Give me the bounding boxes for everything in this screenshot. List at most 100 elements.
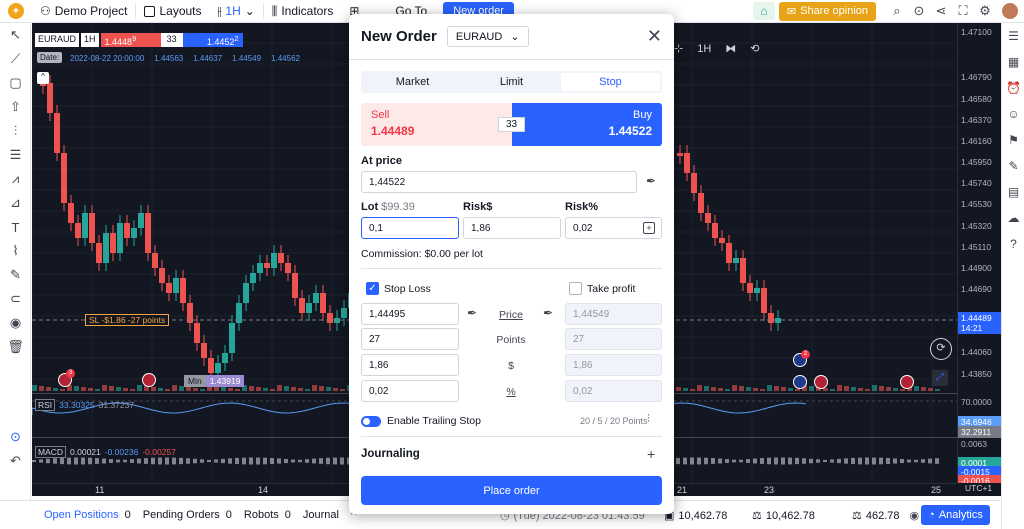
- magnet-icon[interactable]: ⊂: [0, 287, 31, 311]
- notes-icon[interactable]: ✎: [1002, 153, 1024, 179]
- event-flag-us[interactable]: [814, 375, 828, 389]
- camera-icon[interactable]: ⊙: [908, 0, 930, 22]
- rsi-ma-tag: 32.2911: [958, 426, 1002, 438]
- timezone-label[interactable]: UTC+1: [957, 483, 1001, 496]
- risk-money-input[interactable]: 1,86: [463, 217, 561, 239]
- cloud-icon[interactable]: ☁: [1002, 205, 1024, 231]
- chart-sell-price[interactable]: 1.44489: [100, 33, 161, 47]
- cursor-icon[interactable]: ↖: [0, 23, 31, 47]
- scroll-to-realtime-icon[interactable]: ⟳: [930, 338, 952, 360]
- project-menu[interactable]: ⚇ Demo Project: [32, 0, 135, 23]
- macd-histogram-bar: [823, 459, 827, 463]
- indicators-button[interactable]: ⫼ Indicators: [264, 0, 342, 23]
- pencil-icon[interactable]: ✎: [0, 263, 31, 287]
- place-order-button[interactable]: Place order: [361, 476, 662, 505]
- brush-icon[interactable]: ⌇: [0, 239, 31, 263]
- trailing-settings-icon[interactable]: ⫶: [647, 413, 650, 426]
- reports-icon[interactable]: ▤: [1002, 179, 1024, 205]
- crosshair-icon[interactable]: ⊹: [674, 42, 683, 55]
- logo[interactable]: ✦: [0, 0, 32, 23]
- alerts-icon[interactable]: ⏰: [1002, 75, 1024, 101]
- event-flag-eu[interactable]: [793, 375, 807, 389]
- trailing-stop-label: Enable Trailing Stop: [387, 415, 481, 427]
- tp-percent-input[interactable]: 0,02: [565, 380, 662, 402]
- help-icon[interactable]: ?: [1002, 231, 1024, 257]
- close-icon[interactable]: ✕: [647, 26, 662, 47]
- sl-money-input[interactable]: 1,86: [361, 354, 459, 376]
- compare-icon[interactable]: ⧓: [725, 42, 736, 55]
- take-profit-checkbox[interactable]: [569, 282, 582, 295]
- chart-timeframe[interactable]: 1H: [81, 33, 99, 47]
- text-icon[interactable]: T: [0, 215, 31, 239]
- sync-icon[interactable]: ⊙: [0, 425, 31, 449]
- trash-icon[interactable]: 🗑: [0, 335, 31, 359]
- pattern-icon[interactable]: ⩘: [0, 167, 31, 191]
- search-icon[interactable]: ⌕: [886, 0, 908, 22]
- eye-icon[interactable]: ◉: [910, 509, 920, 522]
- analytics-button[interactable]: ◔ Analytics: [921, 505, 990, 525]
- calendar-icon[interactable]: ▦: [1002, 49, 1024, 75]
- avatar[interactable]: [1002, 3, 1018, 19]
- undo-icon[interactable]: ↶: [0, 449, 31, 473]
- auto-scale-icon[interactable]: ⤢: [932, 370, 948, 386]
- tab-pending-orders[interactable]: Pending Orders 0: [137, 509, 238, 521]
- symbol-select[interactable]: EURAUD ⌄: [446, 26, 529, 47]
- mini-timeframe[interactable]: 1H: [697, 43, 711, 55]
- trailing-stop-toggle[interactable]: [361, 416, 381, 427]
- chart-buy-price[interactable]: 1.44522: [182, 33, 243, 47]
- tab-market[interactable]: Market: [363, 73, 462, 91]
- macd-legend[interactable]: MACD 0.00021 -0.00236 -0.00257: [35, 446, 176, 458]
- tab-limit[interactable]: Limit: [462, 73, 561, 91]
- expand-journaling-icon[interactable]: +: [647, 446, 655, 462]
- rsi-legend[interactable]: RSI 33.30325 31.37237: [35, 399, 134, 411]
- candle-body: [285, 263, 291, 273]
- pipette-icon[interactable]: ✒: [467, 306, 477, 320]
- ideas-icon[interactable]: ⚑: [1002, 127, 1024, 153]
- event-flag-us[interactable]: [900, 375, 914, 389]
- event-flag-us[interactable]: [142, 373, 156, 387]
- price-scale-label: 1.44690: [961, 284, 992, 294]
- fullscreen-icon[interactable]: ⛶: [952, 0, 974, 22]
- trendline-icon[interactable]: ⟋: [0, 47, 31, 71]
- settings-icon[interactable]: ⚙: [974, 0, 996, 22]
- sl-price-input[interactable]: 1,44495: [361, 303, 459, 325]
- tab-robots[interactable]: Robots 0: [238, 509, 297, 521]
- tp-price-input[interactable]: 1,44549: [565, 303, 662, 325]
- stop-loss-checkbox[interactable]: ✓: [366, 282, 379, 295]
- pitchfork-icon[interactable]: ⫶: [0, 119, 31, 143]
- buy-button[interactable]: Buy 1.44522: [511, 103, 662, 146]
- layouts-button[interactable]: Layouts: [136, 0, 209, 23]
- eye-icon[interactable]: ◉: [0, 311, 31, 335]
- lot-input[interactable]: 0,1: [361, 217, 459, 239]
- stop-loss-line-label[interactable]: SL -$1.86 -27 points: [85, 314, 170, 326]
- tp-points-input[interactable]: 27: [565, 328, 662, 350]
- calculator-icon[interactable]: +: [643, 222, 655, 234]
- timeframe-button[interactable]: ⫲ 1H ⌄: [210, 0, 263, 23]
- collapse-legend-icon[interactable]: ^: [37, 72, 49, 84]
- ruler-icon[interactable]: ⊿: [0, 191, 31, 215]
- pipette-icon[interactable]: ✒: [543, 306, 553, 320]
- sl-percent-input[interactable]: 0,02: [361, 380, 459, 402]
- contacts-icon[interactable]: ☺: [1002, 101, 1024, 127]
- tab-stop[interactable]: Stop: [561, 73, 660, 91]
- watchlist-icon[interactable]: ☰: [1002, 23, 1024, 49]
- pipette-icon[interactable]: ✒: [646, 174, 656, 188]
- share-opinion-button[interactable]: ✉ Share opinion: [778, 1, 876, 21]
- at-price-input[interactable]: 1,44522: [361, 171, 637, 193]
- replay-icon[interactable]: ⟲: [750, 42, 759, 55]
- chart-mini-toolbar: ⊹ 1H ⧓ ⟲: [674, 42, 760, 56]
- gift-icon[interactable]: ⌂: [752, 2, 775, 20]
- sell-button[interactable]: Sell 1.44489: [361, 103, 512, 146]
- rectangle-icon[interactable]: ▢: [0, 71, 31, 95]
- share-icon[interactable]: ⋖: [930, 0, 952, 22]
- chart-symbol[interactable]: EURAUD: [35, 33, 80, 47]
- price-scale[interactable]: 1.47100 1.46790 1.46580 1.46370 1.46160 1.459…: [957, 23, 1002, 496]
- volume-bar: [746, 387, 751, 391]
- arrow-up-icon[interactable]: ⇧: [0, 95, 31, 119]
- fibonacci-icon[interactable]: ☰: [0, 143, 31, 167]
- sl-points-input[interactable]: 27: [361, 328, 459, 350]
- macd-histogram-bar: [277, 458, 281, 464]
- tab-journal[interactable]: Journal: [297, 509, 345, 521]
- tp-money-input[interactable]: 1,86: [565, 354, 662, 376]
- tab-open-positions[interactable]: Open Positions 0: [38, 509, 137, 521]
